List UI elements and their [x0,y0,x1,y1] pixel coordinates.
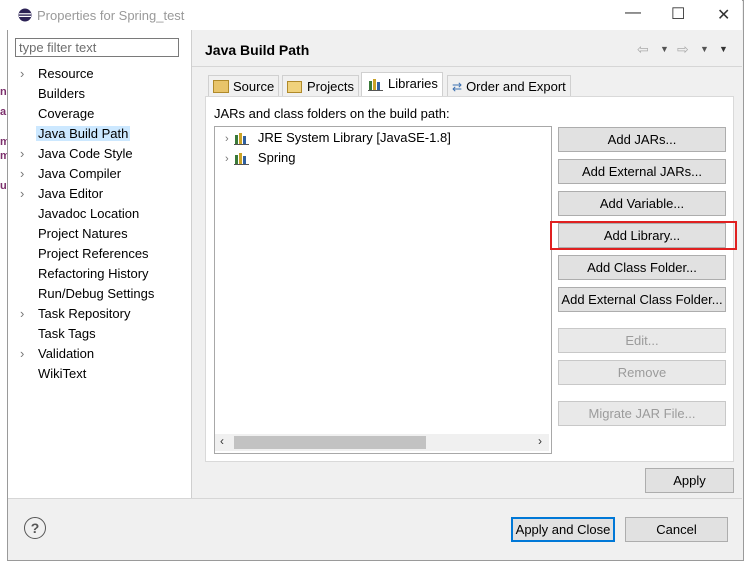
back-menu-chevron-icon[interactable]: ▼ [660,44,669,54]
nav-item-label: Task Repository [38,306,131,321]
scroll-left-icon[interactable]: ‹ [220,434,224,448]
nav-item[interactable]: WikiText [20,364,88,384]
forward-arrow-icon[interactable]: ⇨ [677,41,689,58]
source-folder-icon [213,80,229,94]
nav-item-label: Coverage [38,106,95,121]
add-external-jars-button[interactable]: Add External JARs... [558,159,726,184]
tree-row-label: Spring [257,150,296,165]
order-export-icon: ⇄ [452,80,463,94]
tab-order-and-export[interactable]: ⇄ Order and Export [447,75,571,97]
nav-item[interactable]: › Java Code Style [20,144,135,164]
build-path-description: JARs and class folders on the build path… [214,106,450,121]
view-menu-icon[interactable]: ▼ [719,44,728,54]
expand-chevron-icon[interactable]: › [20,64,36,84]
nav-item[interactable]: Javadoc Location [20,204,141,224]
nav-item[interactable]: Java Build Path [20,124,131,144]
footer-separator [8,498,742,499]
nav-item-label: WikiText [38,366,87,381]
remove-button[interactable]: Remove [558,360,726,385]
tab-projects[interactable]: Projects [282,75,359,97]
library-icon [234,132,250,145]
nav-item[interactable]: Run/Debug Settings [20,284,156,304]
nav-item[interactable]: Task Tags [20,324,98,344]
apply-button[interactable]: Apply [645,468,734,493]
migrate-jar-button[interactable]: Migrate JAR File... [558,401,726,426]
tab-source-label: Source [233,79,275,94]
tab-libraries[interactable]: Libraries [361,72,443,98]
expand-chevron-icon[interactable]: › [225,133,229,145]
forward-menu-chevron-icon[interactable]: ▼ [700,44,709,54]
nav-item-label: Javadoc Location [38,206,140,221]
nav-item-label: Validation [38,346,95,361]
tree-row-jre[interactable]: › JRE System Library [JavaSE-1.8] [225,128,451,148]
expand-chevron-icon[interactable]: › [20,344,36,364]
add-variable-button[interactable]: Add Variable... [558,191,726,216]
minimize-button[interactable]: — [625,4,641,22]
cancel-button[interactable]: Cancel [625,517,728,542]
nav-item[interactable]: › Validation [20,344,96,364]
nav-item-label: Java Editor [38,186,104,201]
edit-button[interactable]: Edit... [558,328,726,353]
nav-item[interactable]: Project Natures [20,224,130,244]
nav-item[interactable]: › Task Repository [20,304,132,324]
title-bar: Properties for Spring_test — ☐ ✕ [7,0,742,30]
nav-item-label: Task Tags [38,326,96,341]
library-icon [234,152,250,165]
page-title: Java Build Path [205,42,310,58]
add-jars-button[interactable]: Add JARs... [558,127,726,152]
help-icon[interactable]: ? [24,517,46,539]
add-external-class-folder-button[interactable]: Add External Class Folder... [558,287,726,312]
nav-item-label: Java Build Path [36,126,131,141]
nav-item-label: Java Compiler [38,166,122,181]
nav-item[interactable]: › Resource [20,64,96,84]
window-title: Properties for Spring_test [37,8,185,23]
back-arrow-icon[interactable]: ⇦ [637,41,649,58]
nav-item-label: Project References [38,246,149,261]
nav-item-label: Run/Debug Settings [38,286,155,301]
nav-item-label: Builders [38,86,85,101]
nav-item[interactable]: Coverage [20,104,96,124]
projects-folder-icon [287,80,302,93]
tab-order-and-export-label: Order and Export [466,79,566,94]
nav-item[interactable]: Builders [20,84,87,104]
library-tree[interactable]: › JRE System Library [JavaSE-1.8] › Spri… [214,126,552,454]
nav-item-label: Resource [38,66,94,81]
nav-item[interactable]: Project References [20,244,151,264]
tree-row-spring[interactable]: › Spring [225,148,296,168]
tab-libraries-label: Libraries [388,76,438,91]
expand-chevron-icon[interactable]: › [20,164,36,184]
scroll-right-icon[interactable]: › [538,434,542,448]
expand-chevron-icon[interactable]: › [20,144,36,164]
tab-source[interactable]: Source [208,75,280,97]
eclipse-icon [18,8,32,25]
expand-chevron-icon[interactable]: › [225,153,229,165]
nav-item-label: Java Code Style [38,146,133,161]
libraries-icon [368,78,383,91]
expand-chevron-icon[interactable]: › [20,304,36,324]
maximize-button[interactable]: ☐ [671,4,685,24]
nav-item-label: Refactoring History [38,266,149,281]
close-button[interactable]: ✕ [717,5,730,25]
apply-and-close-button[interactable]: Apply and Close [511,517,615,542]
add-class-folder-button[interactable]: Add Class Folder... [558,255,726,280]
nav-item[interactable]: › Java Compiler [20,164,123,184]
tab-projects-label: Projects [307,79,354,94]
scrollbar-thumb[interactable] [234,436,426,449]
header-separator [192,66,742,67]
filter-input[interactable] [15,38,179,57]
tree-row-label: JRE System Library [JavaSE-1.8] [257,130,451,145]
expand-chevron-icon[interactable]: › [20,184,36,204]
nav-item[interactable]: Refactoring History [20,264,151,284]
nav-item[interactable]: › Java Editor [20,184,105,204]
nav-item-label: Project Natures [38,226,128,241]
highlight-box [550,221,737,250]
